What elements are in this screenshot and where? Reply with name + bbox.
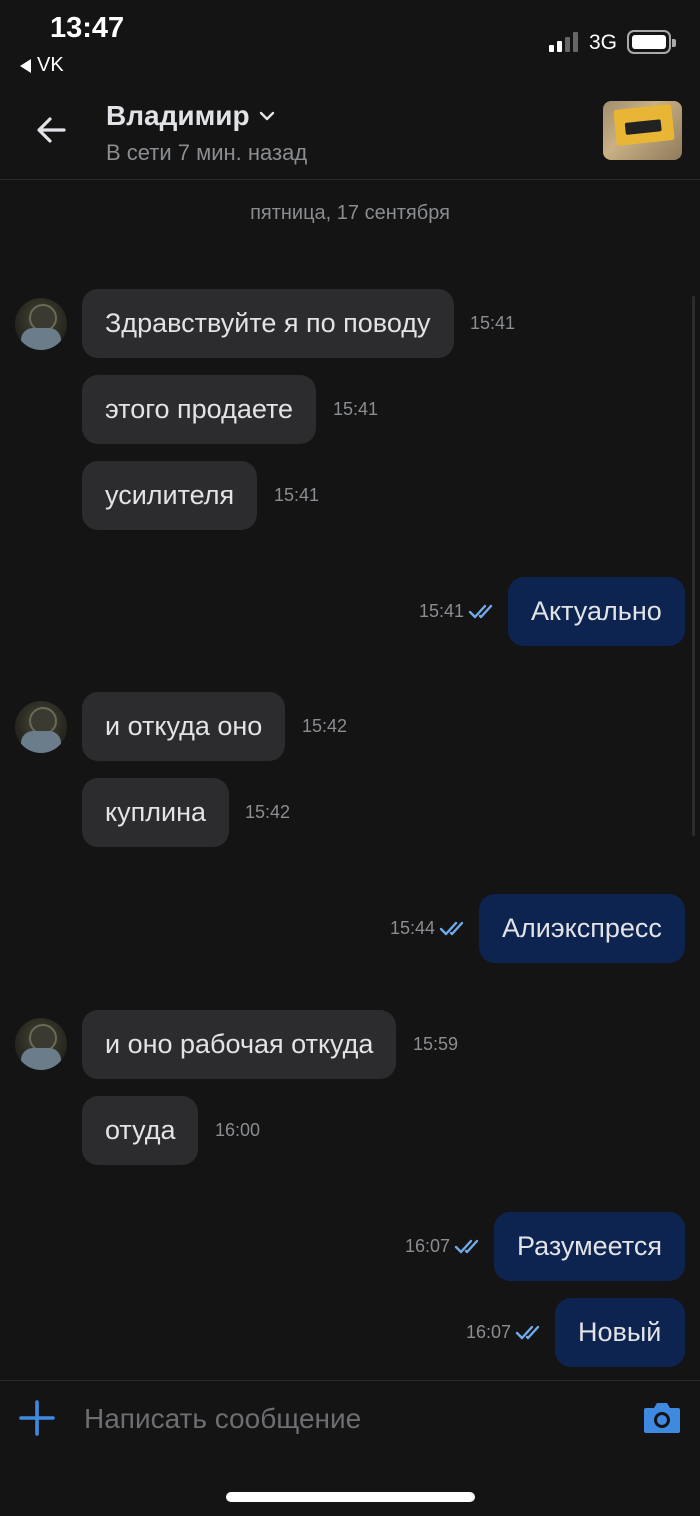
status-bar: 13:47 VK 3G (0, 0, 700, 84)
incoming-message-bubble[interactable]: отуда (82, 1096, 199, 1165)
incoming-message-bubble[interactable]: этого продаете (82, 375, 317, 444)
home-indicator (226, 1492, 475, 1502)
message-time: 16:00 (215, 1120, 261, 1140)
message-composer (0, 1380, 700, 1516)
back-app-label: VK (37, 54, 64, 76)
battery-icon (627, 30, 676, 54)
chevron-down-icon (259, 111, 274, 121)
message-time: 16:07 (465, 1322, 511, 1342)
message-time: 15:44 (389, 918, 435, 938)
incoming-message-bubble[interactable]: усилителя (82, 461, 258, 530)
back-triangle-icon (20, 58, 31, 73)
network-type: 3G (589, 31, 618, 54)
double-check-icon (468, 604, 493, 619)
cell-signal-icon (549, 32, 579, 52)
message-time: 15:41 (470, 313, 516, 333)
chat-header: Владимир В сети 7 мин. назад (0, 84, 700, 180)
contact-name-dropdown[interactable]: Владимир (106, 100, 276, 132)
message-time: 15:41 (333, 399, 379, 419)
camera-icon[interactable] (642, 1399, 682, 1435)
outgoing-message-bubble[interactable]: Актуально (508, 577, 685, 646)
back-to-app-link[interactable]: VK (20, 54, 64, 77)
message-time: 15:42 (245, 802, 291, 822)
outgoing-message-bubble[interactable]: Алиэкспресс (479, 894, 685, 963)
message-time: 15:59 (413, 1034, 459, 1054)
sender-avatar[interactable] (15, 298, 67, 350)
double-check-icon (454, 1239, 479, 1254)
incoming-message-bubble[interactable]: Здравствуйте я по поводу (82, 289, 454, 358)
double-check-icon (439, 921, 464, 936)
date-separator: пятница, 17 сентября (250, 202, 450, 224)
scrollbar[interactable] (692, 296, 695, 836)
message-time: 15:41 (274, 485, 320, 505)
message-time: 15:41 (418, 601, 464, 621)
contact-status: В сети 7 мин. назад (106, 140, 308, 165)
contact-name: Владимир (106, 100, 250, 131)
status-time: 13:47 (50, 12, 125, 44)
incoming-message-bubble[interactable]: и оно рабочая откуда (82, 1010, 397, 1079)
incoming-message-bubble[interactable]: и откуда оно (82, 692, 286, 761)
message-time: 16:07 (404, 1236, 450, 1256)
sender-avatar[interactable] (15, 1018, 67, 1070)
message-input[interactable] (84, 1397, 604, 1441)
back-arrow-icon[interactable] (30, 108, 74, 152)
outgoing-message-bubble[interactable]: Разумеется (494, 1212, 685, 1281)
double-check-icon (515, 1325, 540, 1340)
outgoing-message-bubble[interactable]: Новый (555, 1298, 685, 1367)
chat-avatar-photo[interactable] (603, 101, 682, 160)
incoming-message-bubble[interactable]: куплина (82, 778, 229, 847)
sender-avatar[interactable] (15, 701, 67, 753)
message-time: 15:42 (302, 716, 348, 736)
plus-icon[interactable] (18, 1399, 56, 1437)
